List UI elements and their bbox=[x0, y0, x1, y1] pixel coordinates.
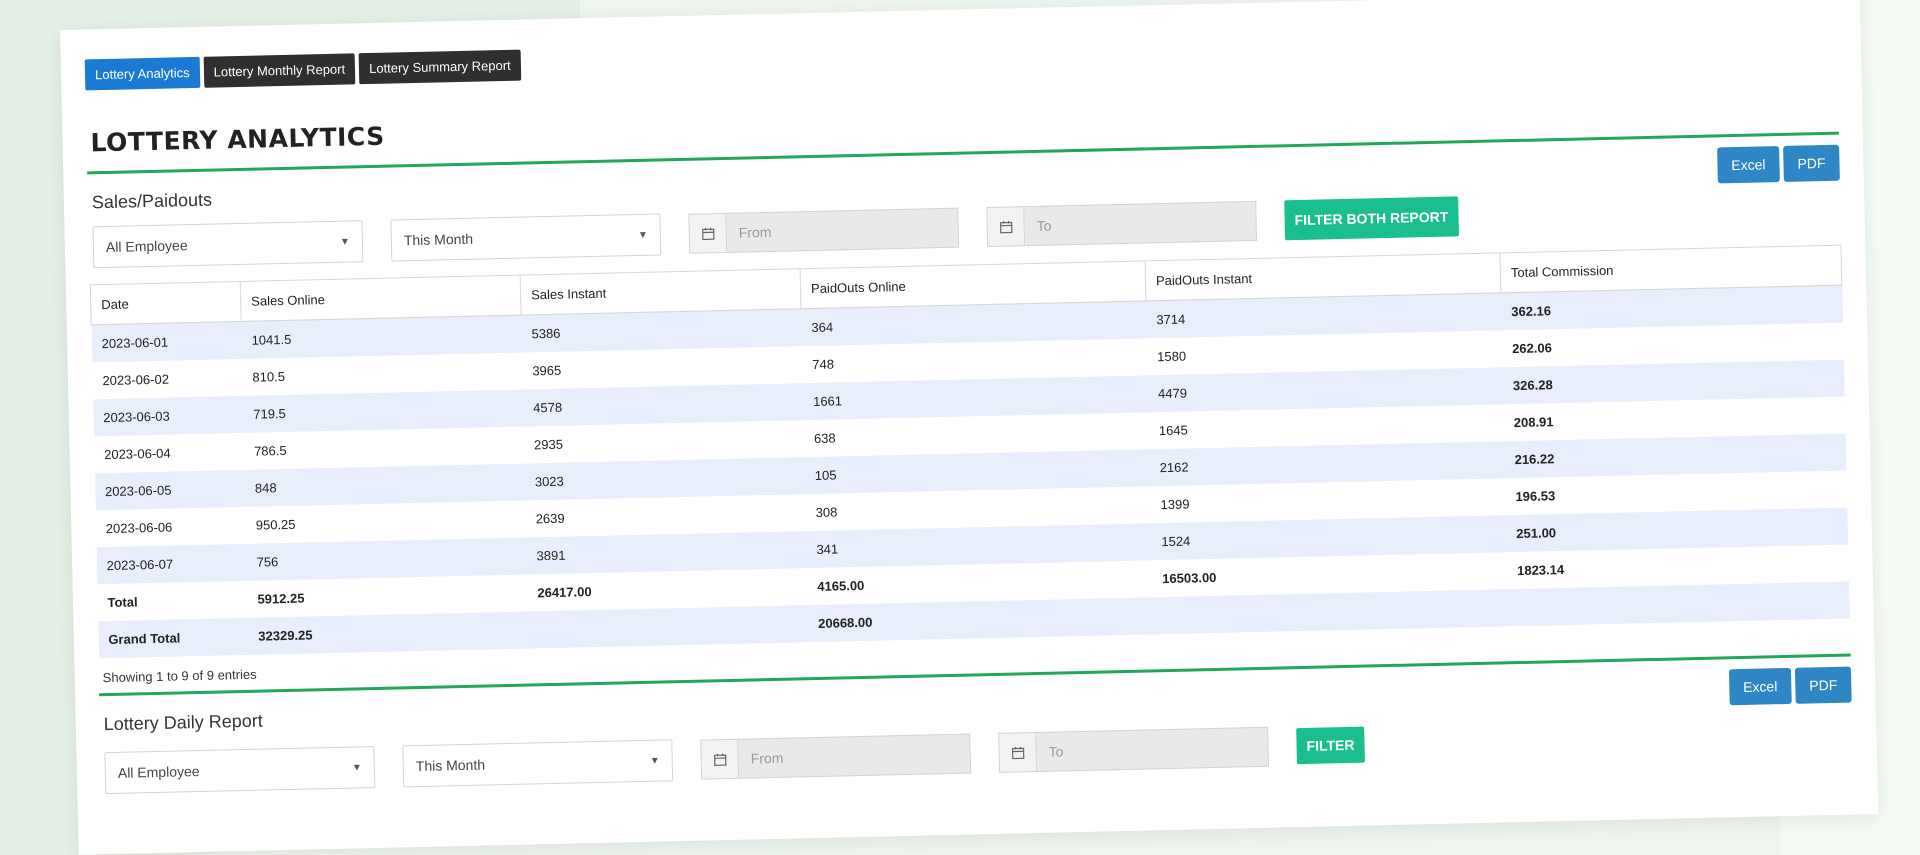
tab-lottery-summary-report[interactable]: Lottery Summary Report bbox=[358, 49, 522, 85]
report-card: Lottery Analytics Lottery Monthly Report… bbox=[60, 0, 1879, 855]
table-cell bbox=[527, 605, 809, 649]
table-cell bbox=[1507, 581, 1850, 627]
period-select-value: This Month bbox=[415, 756, 486, 775]
table-cell: 3891 bbox=[526, 531, 807, 575]
sales-section-title: Sales/Paidouts bbox=[91, 189, 213, 212]
from-date-group: From bbox=[700, 733, 972, 780]
sales-paidouts-table: Date Sales Online Sales Instant PaidOuts… bbox=[90, 245, 1850, 659]
to-date-input[interactable]: To bbox=[1036, 726, 1270, 773]
table-cell: 20668.00 bbox=[807, 597, 1154, 643]
table-cell: 2023-06-01 bbox=[91, 321, 243, 363]
chevron-down-icon: ▼ bbox=[351, 761, 362, 774]
chevron-down-icon: ▼ bbox=[637, 229, 648, 241]
calendar-icon[interactable] bbox=[700, 738, 740, 780]
table-cell: 2023-06-02 bbox=[92, 358, 243, 400]
table-cell: 5912.25 bbox=[247, 574, 528, 618]
calendar-icon[interactable] bbox=[986, 206, 1026, 248]
table-cell: 5386 bbox=[521, 308, 802, 353]
table-cell: 4578 bbox=[522, 383, 804, 427]
daily-section-title: Lottery Daily Report bbox=[103, 710, 264, 734]
tab-lottery-analytics[interactable]: Lottery Analytics bbox=[84, 56, 201, 91]
chevron-down-icon: ▼ bbox=[649, 755, 660, 767]
table-cell: 2023-06-04 bbox=[93, 432, 245, 474]
to-date-input[interactable]: To bbox=[1024, 200, 1258, 247]
pdf-button[interactable]: PDF bbox=[1783, 144, 1840, 182]
table-cell: 2023-06-03 bbox=[92, 395, 244, 437]
table-cell: 3965 bbox=[521, 346, 803, 390]
tab-lottery-monthly-report[interactable]: Lottery Monthly Report bbox=[203, 53, 356, 88]
from-date-group: From bbox=[688, 207, 960, 254]
column-header[interactable]: Date bbox=[90, 281, 242, 325]
table-cell: 950.25 bbox=[245, 500, 527, 544]
table-cell: 2935 bbox=[523, 420, 805, 464]
filter-both-report-button[interactable]: FILTER BOTH REPORT bbox=[1284, 196, 1459, 241]
to-date-group: To bbox=[998, 726, 1270, 773]
column-header[interactable]: Sales Instant bbox=[520, 268, 802, 316]
period-select[interactable]: This Month ▼ bbox=[390, 213, 662, 262]
table-cell: 2023-06-06 bbox=[95, 506, 247, 548]
calendar-icon[interactable] bbox=[998, 732, 1038, 773]
pdf-button[interactable]: PDF bbox=[1794, 666, 1852, 704]
table-cell: 2639 bbox=[525, 494, 807, 538]
table-cell: 848 bbox=[244, 463, 526, 507]
period-select-value: This Month bbox=[403, 230, 474, 249]
table-cell: 3023 bbox=[524, 457, 806, 501]
excel-button[interactable]: Excel bbox=[1716, 146, 1780, 184]
table-cell: 810.5 bbox=[242, 352, 523, 396]
period-select[interactable]: This Month ▼ bbox=[402, 739, 674, 788]
table-cell: 786.5 bbox=[243, 426, 525, 470]
table-cell: 756 bbox=[246, 537, 527, 581]
excel-button[interactable]: Excel bbox=[1728, 667, 1792, 706]
column-header[interactable]: Sales Online bbox=[240, 275, 522, 322]
table-cell: 1041.5 bbox=[241, 315, 522, 359]
table-cell: Total bbox=[97, 580, 248, 622]
employee-select-value: All Employee bbox=[117, 763, 200, 781]
employee-select[interactable]: All Employee ▼ bbox=[104, 746, 376, 795]
table-cell: 32329.25 bbox=[247, 611, 529, 655]
table-cell: Grand Total bbox=[97, 617, 249, 659]
sales-export-group: Excel PDF bbox=[1716, 144, 1840, 184]
table-cell: 2023-06-07 bbox=[96, 543, 248, 585]
daily-export-group: Excel PDF bbox=[1728, 666, 1852, 706]
calendar-icon[interactable] bbox=[688, 212, 728, 254]
employee-select-value: All Employee bbox=[105, 237, 188, 256]
table-cell: 26417.00 bbox=[526, 568, 808, 612]
filter-button[interactable]: FILTER bbox=[1296, 726, 1365, 765]
to-date-group: To bbox=[986, 200, 1258, 248]
table-cell: 2023-06-05 bbox=[94, 469, 246, 511]
from-date-input[interactable]: From bbox=[738, 733, 972, 779]
page-title: LOTTERY ANALYTICS bbox=[90, 121, 385, 158]
employee-select[interactable]: All Employee ▼ bbox=[92, 220, 364, 269]
chevron-down-icon: ▼ bbox=[339, 235, 350, 248]
table-cell bbox=[1152, 589, 1509, 635]
table-cell: 719.5 bbox=[242, 389, 524, 433]
from-date-input[interactable]: From bbox=[726, 207, 960, 253]
